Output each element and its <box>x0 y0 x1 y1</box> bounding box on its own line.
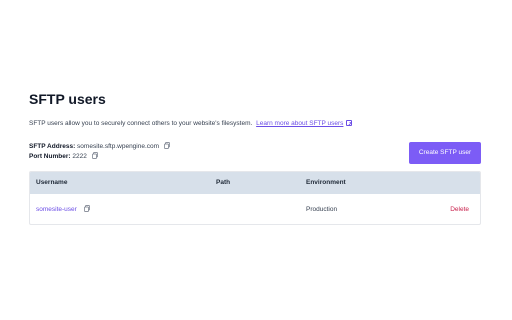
port-number-label: Port Number: <box>29 153 71 160</box>
column-header-path: Path <box>216 179 231 186</box>
sftp-users-page: SFTP users SFTP users allow you to secur… <box>0 0 512 320</box>
page-description-row: SFTP users allow you to securely connect… <box>29 119 353 129</box>
sftp-address-value: somesite.sftp.wpengine.com <box>77 143 160 150</box>
create-sftp-user-button[interactable]: Create SFTP user <box>409 142 481 164</box>
connection-info: SFTP Address: somesite.sftp.wpengine.com… <box>29 142 170 162</box>
delete-button[interactable]: Delete <box>450 205 469 215</box>
environment-cell: Production <box>306 206 338 213</box>
table-row: somesite-user Production Delete <box>30 194 480 224</box>
sftp-address-row: SFTP Address: somesite.sftp.wpengine.com <box>29 142 170 152</box>
page-title: SFTP users <box>29 91 106 107</box>
copy-icon[interactable] <box>164 142 170 149</box>
column-header-environment: Environment <box>306 179 346 186</box>
username-link[interactable]: somesite-user <box>36 206 77 213</box>
external-link-icon[interactable] <box>346 120 353 126</box>
sftp-users-table: Username Path Environment somesite-user … <box>29 171 481 225</box>
port-number-row: Port Number: 2222 <box>29 152 170 162</box>
table-header: Username Path Environment <box>30 172 480 194</box>
copy-icon[interactable] <box>83 205 90 212</box>
port-number-value: 2222 <box>72 153 87 160</box>
column-header-username: Username <box>36 179 68 186</box>
copy-icon[interactable] <box>91 152 98 159</box>
username-cell: somesite-user <box>36 205 90 215</box>
sftp-address-label: SFTP Address: <box>29 143 76 150</box>
page-description: SFTP users allow you to securely connect… <box>29 120 253 127</box>
learn-more-link[interactable]: Learn more about SFTP users <box>256 120 343 127</box>
